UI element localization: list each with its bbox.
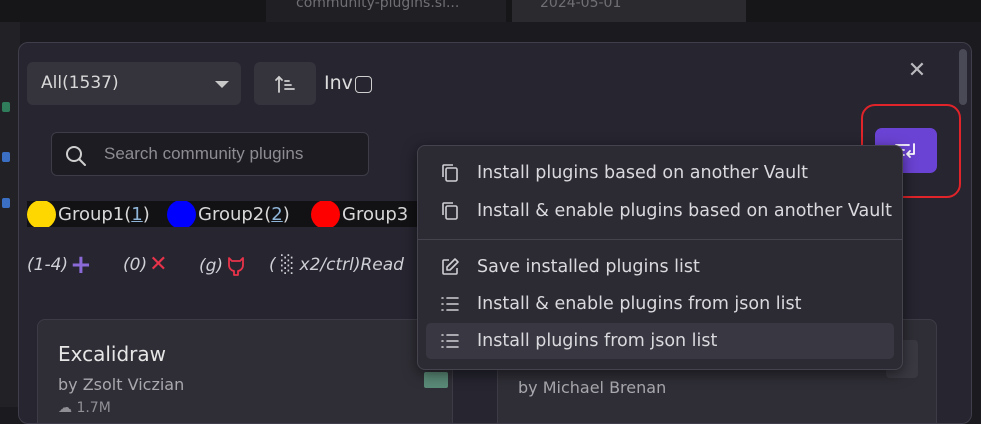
menu-item-label: Install plugins from json list — [477, 331, 718, 351]
group-chip-1[interactable]: Group1(1) — [27, 201, 150, 227]
menu-separator — [418, 239, 902, 240]
search-box — [51, 132, 369, 176]
group-name: Group2 — [198, 203, 265, 225]
sidebar-marker — [2, 152, 10, 162]
group-color-dot — [311, 201, 340, 227]
search-input[interactable] — [104, 143, 359, 165]
group-name: Group3 — [342, 203, 409, 225]
group-color-dot — [167, 201, 196, 227]
menu-item-label: Install plugins based on another Vault — [477, 163, 808, 183]
background-tab-active[interactable]: 2024-05-01 — [512, 0, 746, 22]
edit-icon — [439, 256, 461, 278]
group-chip-3[interactable]: Group3 — [311, 201, 408, 227]
hint-github: (g) — [199, 255, 247, 277]
hint-remove: (0) ✕ — [123, 252, 168, 277]
background-tab[interactable]: community-plugins.sl... — [266, 0, 506, 22]
menu-item-label: Save installed plugins list — [477, 257, 700, 277]
menu-item-install-from-vault[interactable]: Install plugins based on another Vault — [426, 155, 894, 191]
hint-github-text: (g) — [199, 256, 224, 276]
sort-button[interactable] — [254, 62, 316, 105]
menu-item-install-enable-from-vault[interactable]: Install & enable plugins based on anothe… — [426, 193, 894, 229]
plugin-author: by Zsolt Viczian — [58, 375, 185, 394]
group-color-dot — [27, 201, 56, 227]
menu-item-install-enable-from-json[interactable]: Install & enable plugins from json list — [426, 286, 894, 322]
background-tab-label: 2024-05-01 — [540, 0, 622, 11]
group-name: Group1 — [58, 203, 125, 225]
sort-ascending-icon — [275, 75, 295, 93]
chevron-down-icon — [215, 81, 229, 88]
filter-select-value: All(1537) — [41, 73, 119, 93]
plugin-card[interactable]: Excalidraw by Zsolt Viczian ☁ 1.7M — [37, 319, 453, 423]
modal-scrollbar[interactable] — [959, 49, 967, 105]
plus-icon: + — [70, 250, 92, 280]
plugin-downloads: ☁ 1.7M — [58, 400, 111, 416]
menu-item-label: Install & enable plugins based on anothe… — [477, 201, 893, 221]
close-icon[interactable]: ✕ — [905, 59, 929, 83]
menu-item-label: Install & enable plugins from json list — [477, 294, 802, 314]
hint-read: ( ░ x2/ctrl)Read — [269, 255, 404, 275]
search-icon — [66, 146, 86, 166]
hint-remove-text: (0) — [123, 255, 148, 275]
background-tab-label: community-plugins.sl... — [296, 0, 460, 11]
copy-icon — [439, 200, 461, 222]
list-icon — [439, 293, 461, 315]
plugin-status-icon — [424, 372, 448, 388]
x-icon: ✕ — [149, 252, 168, 277]
invert-label: Inv — [324, 72, 353, 94]
sidebar-marker — [2, 198, 10, 208]
github-icon — [228, 257, 244, 276]
background-sidebar — [0, 22, 20, 407]
invert-checkbox[interactable] — [355, 76, 372, 93]
plugin-author: by Michael Brenan — [518, 378, 667, 397]
list-icon — [439, 330, 461, 352]
hint-add: (1-4) + — [27, 250, 92, 280]
group-count: 1 — [131, 203, 143, 225]
plugin-title: Excalidraw — [58, 342, 167, 366]
copy-icon — [439, 162, 461, 184]
bulk-actions-menu: Install plugins based on another Vault I… — [417, 145, 903, 370]
plugin-download-count: 1.7M — [76, 400, 111, 416]
group-chip-2[interactable]: Group2(2) — [167, 201, 290, 227]
hint-add-text: (1-4) — [27, 255, 69, 275]
filter-select[interactable]: All(1537) — [27, 62, 241, 105]
menu-item-save-list[interactable]: Save installed plugins list — [426, 249, 894, 285]
hint-read-text: ( ░ x2/ctrl)Read — [269, 255, 404, 275]
sidebar-marker — [2, 102, 10, 112]
download-icon: ☁ — [58, 400, 72, 416]
group-count: 2 — [271, 203, 283, 225]
menu-item-install-from-json[interactable]: Install plugins from json list — [426, 323, 894, 359]
